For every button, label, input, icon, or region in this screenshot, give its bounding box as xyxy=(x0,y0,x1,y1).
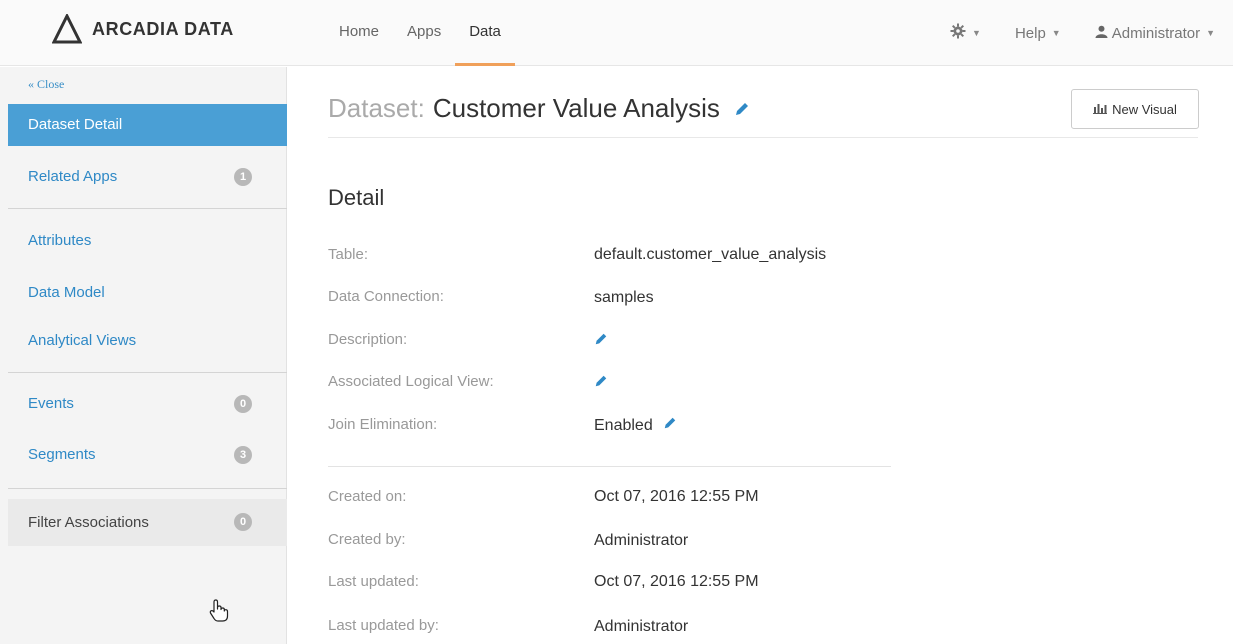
data-connection-value-text: samples xyxy=(594,289,654,306)
chevron-down-icon: ▼ xyxy=(1051,28,1061,38)
last-updated-by-value-text: Administrator xyxy=(594,618,689,635)
sidebar-item-analytical-views[interactable]: Analytical Views xyxy=(8,320,287,362)
join-elimination-label: Join Elimination: xyxy=(328,416,438,433)
created-by-label: Created by: xyxy=(328,531,406,548)
sidebar-divider xyxy=(8,488,287,489)
count-badge: 0 xyxy=(234,395,252,413)
edit-join-elimination-pencil-icon[interactable] xyxy=(663,416,677,435)
help-label: Help xyxy=(1014,24,1046,42)
right-nav: ▼ Help ▼ Administrator ▼ xyxy=(916,0,1215,66)
sidebar-item-label: Data Model xyxy=(28,284,105,301)
section-title: Detail xyxy=(328,185,385,210)
data-connection-label: Data Connection: xyxy=(328,288,444,305)
sidebar-divider xyxy=(8,372,287,373)
last-updated-value: Oct 07, 2016 12:55 PM xyxy=(594,573,759,591)
join-elimination-value-text: Enabled xyxy=(594,416,653,434)
last-updated-by-value: Administrator xyxy=(594,618,688,636)
sidebar-item-label: Dataset Detail xyxy=(28,116,123,133)
sidebar-item-data-model[interactable]: Data Model xyxy=(8,272,287,314)
created-on-value: Oct 07, 2016 12:55 PM xyxy=(594,488,759,506)
last-updated-label: Last updated: xyxy=(328,573,419,590)
sidebar-item-label: Segments xyxy=(28,446,96,463)
close-sidebar-link[interactable]: « Close xyxy=(28,77,64,92)
hand-cursor-icon xyxy=(209,599,229,622)
detail-divider xyxy=(328,466,891,467)
created-on-value-text: Oct 07, 2016 12:55 PM xyxy=(594,488,759,505)
user-icon xyxy=(1095,25,1108,41)
help-menu[interactable]: Help ▼ xyxy=(1015,25,1061,42)
edit-title-pencil-icon[interactable] xyxy=(734,93,750,124)
description-label: Description: xyxy=(328,331,408,348)
created-by-value-text: Administrator xyxy=(594,532,689,549)
brand-name: ARCADIA DATA xyxy=(92,18,234,39)
brand-logo[interactable]: ARCADIA DATA xyxy=(52,14,234,44)
gear-icon xyxy=(950,23,966,43)
sidebar-item-filter-associations[interactable]: Filter Associations 0 xyxy=(8,499,287,546)
sidebar-item-label: Filter Associations xyxy=(28,514,149,531)
sidebar-divider xyxy=(8,208,287,209)
sidebar-item-segments[interactable]: Segments 3 xyxy=(8,434,287,476)
new-visual-label: New Visual xyxy=(1112,101,1177,117)
user-label: Administrator xyxy=(1111,24,1201,42)
table-label: Table: xyxy=(328,246,369,263)
edit-description-pencil-icon[interactable] xyxy=(594,332,608,351)
sidebar-item-dataset-detail[interactable]: Dataset Detail xyxy=(8,104,287,146)
chevron-down-icon: ▼ xyxy=(972,28,981,38)
nav-data[interactable]: Data xyxy=(455,0,515,66)
bar-chart-icon xyxy=(1093,102,1108,117)
title-divider xyxy=(328,137,1198,138)
settings-menu[interactable]: ▼ xyxy=(950,23,981,43)
nav-apps[interactable]: Apps xyxy=(393,0,455,66)
dataset-name: Customer Value Analysis xyxy=(432,93,720,123)
logical-view-value xyxy=(594,374,608,393)
sidebar-item-label: Events xyxy=(28,395,74,412)
edit-logical-view-pencil-icon[interactable] xyxy=(594,374,608,393)
main-nav: Home Apps Data xyxy=(325,0,515,66)
table-value: default.customer_value_analysis xyxy=(594,246,826,264)
nav-home[interactable]: Home xyxy=(325,0,393,66)
sidebar-item-label: Analytical Views xyxy=(28,332,137,349)
count-badge: 0 xyxy=(234,513,252,531)
sidebar-item-events[interactable]: Events 0 xyxy=(8,383,287,425)
sidebar-item-label: Related Apps xyxy=(28,168,118,185)
triangle-logo-icon xyxy=(52,14,82,44)
new-visual-button[interactable]: New Visual xyxy=(1071,89,1199,129)
table-value-text: default.customer_value_analysis xyxy=(594,246,827,263)
page-title: Dataset: Customer Value Analysis xyxy=(328,93,750,124)
created-by-value: Administrator xyxy=(594,532,688,550)
data-connection-value: samples xyxy=(594,289,654,307)
count-badge: 1 xyxy=(234,168,252,186)
last-updated-by-label: Last updated by: xyxy=(328,617,439,634)
title-prefix: Dataset: xyxy=(328,93,425,123)
chevron-down-icon: ▼ xyxy=(1206,28,1215,38)
sidebar-item-label: Attributes xyxy=(28,232,92,249)
last-updated-value-text: Oct 07, 2016 12:55 PM xyxy=(594,573,759,590)
count-badge: 3 xyxy=(234,446,252,464)
join-elimination-value: Enabled xyxy=(594,416,677,435)
user-menu[interactable]: Administrator ▼ xyxy=(1095,25,1215,42)
sidebar: « Close Dataset Detail Related Apps 1 At… xyxy=(0,67,287,644)
description-value xyxy=(594,332,608,351)
sidebar-item-related-apps[interactable]: Related Apps 1 xyxy=(8,156,287,198)
main-content: Dataset: Customer Value Analysis New Vis… xyxy=(288,67,1233,644)
top-navbar: ARCADIA DATA Home Apps Data ▼ Help ▼ Adm… xyxy=(0,0,1233,66)
sidebar-item-attributes[interactable]: Attributes xyxy=(8,220,287,262)
logical-view-label: Associated Logical View: xyxy=(328,373,494,390)
created-on-label: Created on: xyxy=(328,488,407,505)
